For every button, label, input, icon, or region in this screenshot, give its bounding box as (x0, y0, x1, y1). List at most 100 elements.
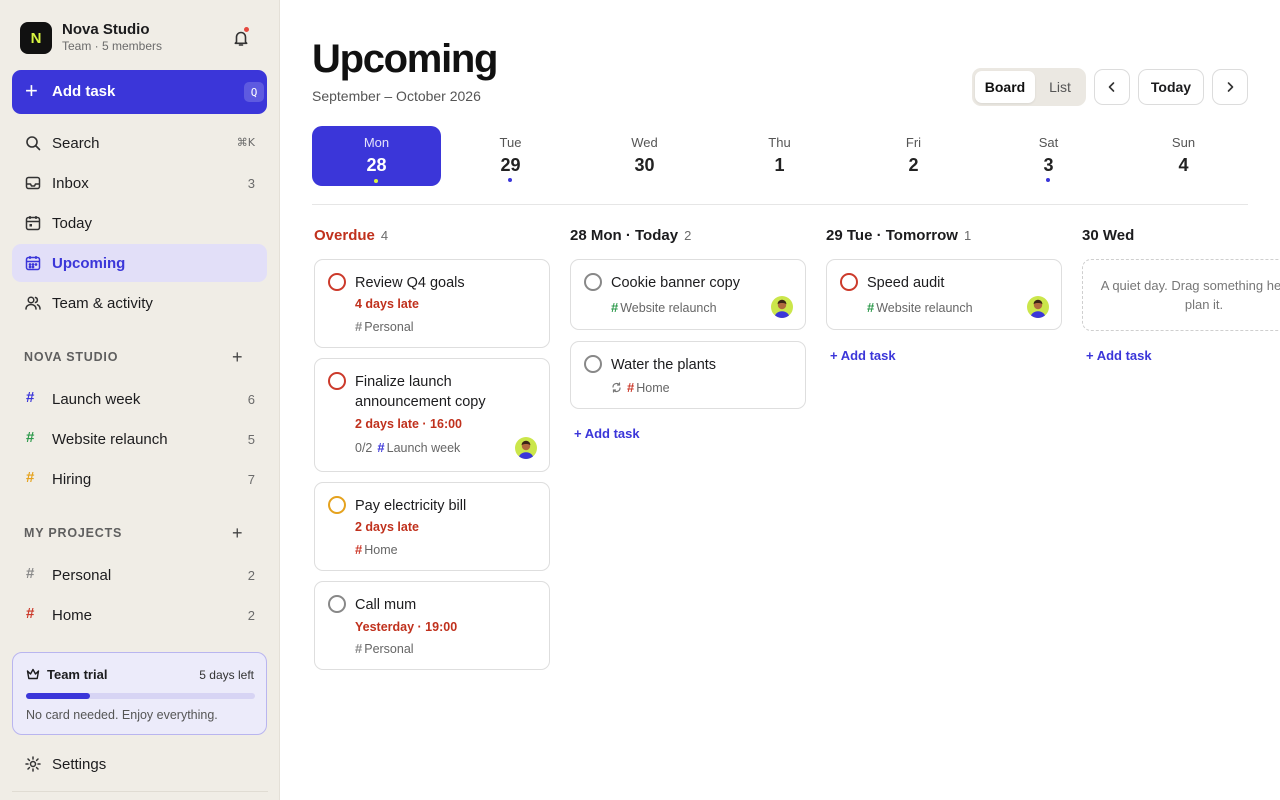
add-task-link-tomorrow[interactable]: + Add task (830, 348, 896, 363)
column-header-today: 28 Mon · Today 2 (570, 227, 691, 244)
column-title: 29 Tue · Tomorrow (826, 227, 958, 244)
nav-team-activity[interactable]: Team & activity (12, 284, 267, 322)
project-count: 7 (247, 472, 255, 487)
day-wed-30[interactable]: Wed 30 (580, 126, 709, 186)
day-fri-2[interactable]: Fri 2 (849, 126, 978, 186)
task-project: # Home (611, 380, 670, 395)
task-card[interactable]: Pay electricity bill 2 days late # Home (314, 482, 550, 571)
task-checkbox[interactable] (328, 496, 346, 514)
day-of-week: Mon (363, 135, 390, 150)
project-hash-icon: # (26, 469, 35, 486)
page-title: Upcoming (312, 37, 498, 81)
nav-today-label: Today (52, 215, 93, 232)
column-title: 28 Mon · Today (570, 227, 679, 244)
task-title: Review Q4 goals (355, 275, 465, 291)
tasks-dot (508, 178, 512, 182)
project-home[interactable]: # Home 2 (12, 596, 267, 634)
next-week-button[interactable] (1212, 69, 1248, 105)
day-sat-3[interactable]: Sat 3 (984, 126, 1113, 186)
day-tue-29[interactable]: Tue 29 (446, 126, 575, 186)
day-of-week: Fri (905, 135, 922, 150)
day-mon-28[interactable]: Mon 28 (312, 126, 441, 186)
workspace-subtitle: Team · 5 members (62, 39, 163, 53)
project-launch-week[interactable]: # Launch week 6 (12, 380, 267, 418)
subtask-count: 0/2 (355, 440, 373, 455)
empty-day-dropzone[interactable]: A quiet day. Drag something here to plan… (1082, 259, 1280, 331)
divider (312, 204, 1248, 205)
project-hash-icon: # (355, 542, 363, 557)
repeat-icon (612, 382, 621, 393)
nav-upcoming[interactable]: Upcoming (12, 244, 267, 282)
day-thu-1[interactable]: Thu 1 (715, 126, 844, 186)
column-header-overdue: Overdue 4 (314, 227, 388, 244)
project-hash-icon: # (611, 300, 619, 315)
assignee-avatar[interactable] (1027, 296, 1049, 318)
add-task-link-today[interactable]: + Add task (574, 426, 640, 441)
task-project-name: Website relaunch (876, 300, 973, 315)
task-project-name: Home (364, 542, 398, 557)
task-project: # Personal (355, 641, 414, 656)
add-task-link-wed[interactable]: + Add task (1086, 348, 1152, 363)
search-shortcut: ⌘K (236, 136, 255, 149)
team-trial-card[interactable]: Team trial 5 days left No card needed. E… (12, 652, 267, 735)
task-card[interactable]: Finalize launch announcement copy 2 days… (314, 358, 550, 472)
task-checkbox[interactable] (328, 273, 346, 291)
day-sun-4[interactable]: Sun 4 (1119, 126, 1248, 186)
add-team-project-button[interactable]: + (232, 348, 243, 366)
task-card[interactable]: Cookie banner copy # Website relaunch (570, 259, 806, 330)
project-website-relaunch[interactable]: # Website relaunch 5 (12, 420, 267, 458)
task-project-name: Launch week (386, 440, 461, 455)
project-name: Website relaunch (52, 431, 168, 448)
task-project: # Personal (355, 319, 414, 334)
view-list-option[interactable]: List (1035, 71, 1085, 103)
project-hiring[interactable]: # Hiring 7 (12, 460, 267, 498)
task-project-name: Website relaunch (620, 300, 717, 315)
nav-inbox[interactable]: Inbox 3 (12, 164, 267, 202)
trial-title: Team trial (47, 667, 108, 682)
chevron-left-icon (1108, 82, 1115, 92)
column-header-wed: 30 Wed (1082, 227, 1134, 244)
assignee-avatar[interactable] (515, 437, 537, 459)
task-title: Call mum (355, 597, 417, 613)
assignee-avatar[interactable] (771, 296, 793, 318)
notification-dot (243, 26, 250, 33)
view-board-option[interactable]: Board (975, 71, 1035, 103)
day-number: 30 (634, 155, 655, 175)
avatar-face-icon (1030, 299, 1046, 318)
task-card[interactable]: Call mum Yesterday · 19:00 # Personal (314, 581, 550, 670)
today-button[interactable]: Today (1138, 69, 1204, 105)
task-checkbox[interactable] (584, 273, 602, 291)
trial-progress-fill (26, 693, 91, 699)
task-card[interactable]: Review Q4 goals 4 days late # Personal (314, 259, 550, 348)
day-number: 2 (908, 155, 919, 175)
project-count: 6 (247, 392, 255, 407)
task-due-late: 2 days late · 16:00 (355, 417, 463, 431)
nav-settings[interactable]: Settings (12, 745, 267, 783)
task-card[interactable]: Water the plants # Home (570, 341, 806, 409)
task-checkbox[interactable] (328, 595, 346, 613)
day-of-week: Tue (499, 135, 522, 150)
day-number: 4 (1178, 155, 1189, 175)
nav-settings-label: Settings (52, 756, 107, 773)
add-my-project-button[interactable]: + (232, 524, 243, 542)
task-checkbox[interactable] (840, 273, 858, 291)
nav-today[interactable]: Today (12, 204, 267, 242)
crown-icon (26, 668, 40, 680)
calendar-icon (25, 216, 41, 231)
avatar-face-icon (774, 299, 790, 318)
inbox-count: 3 (247, 176, 255, 191)
add-task-button[interactable]: + Add task Q (12, 70, 267, 114)
workspace-header[interactable]: N Nova Studio Team · 5 members (20, 21, 260, 55)
day-number: 3 (1043, 155, 1054, 175)
project-personal[interactable]: # Personal 2 (12, 556, 267, 594)
inbox-icon (25, 176, 41, 190)
plus-icon: + (25, 78, 38, 103)
task-checkbox[interactable] (328, 372, 346, 390)
day-number: 28 (366, 155, 387, 175)
prev-week-button[interactable] (1094, 69, 1130, 105)
my-projects-title: MY PROJECTS (24, 526, 123, 540)
task-card[interactable]: Speed audit # Website relaunch (826, 259, 1062, 330)
task-checkbox[interactable] (584, 355, 602, 373)
gear-icon (25, 756, 41, 772)
nav-search[interactable]: Search ⌘K (12, 124, 267, 162)
